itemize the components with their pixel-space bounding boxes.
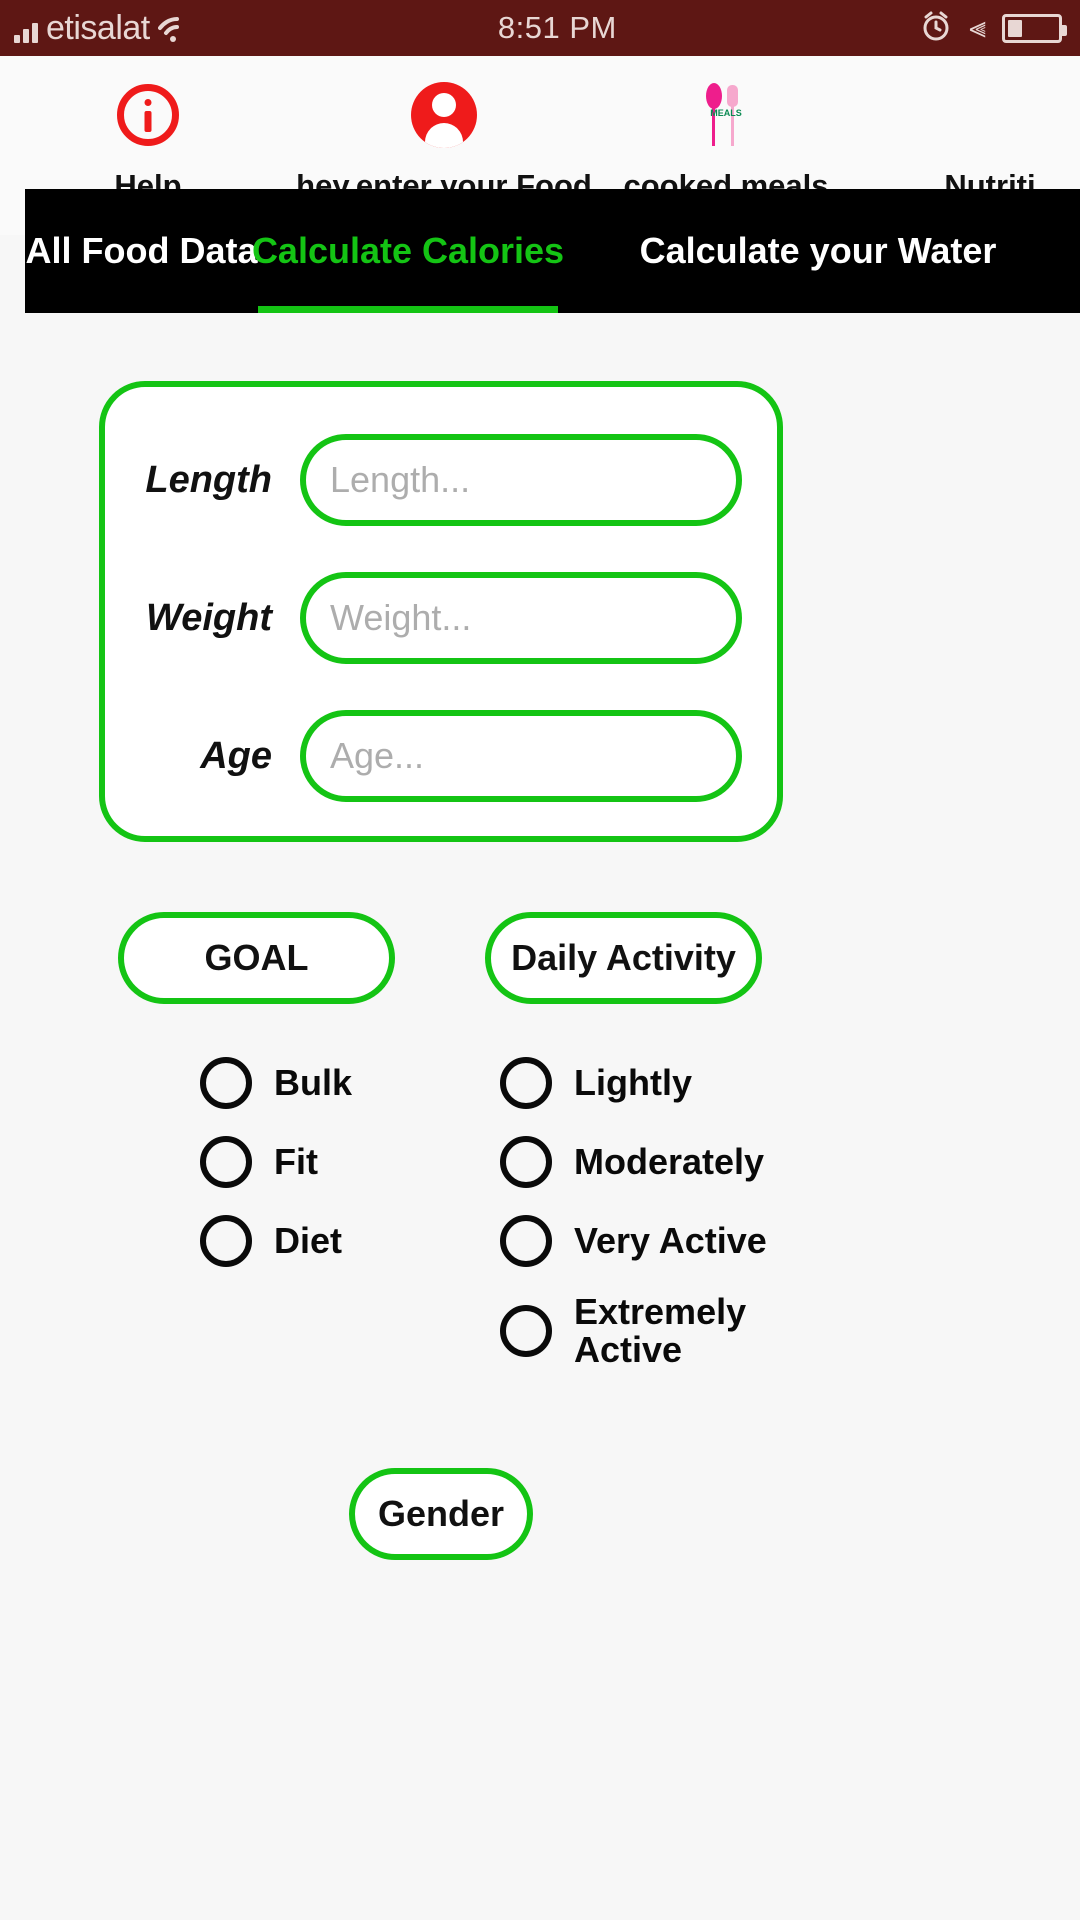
age-input-wrapper[interactable]	[300, 710, 742, 802]
age-input[interactable]	[306, 735, 736, 777]
tab-calculate-your-water[interactable]: Calculate your Water	[558, 189, 1078, 313]
status-bar: etisalat 8:51 PM ⫷	[0, 0, 1080, 56]
daily-activity-button-label: Daily Activity	[511, 937, 736, 978]
radio-option-moderately[interactable]: Moderately	[500, 1135, 800, 1189]
nav-item-cooked-meals[interactable]: MEALS cooked meals	[592, 56, 860, 204]
radio-label: Lightly	[574, 1061, 692, 1103]
tab-calculate-calories[interactable]: Calculate Calories	[252, 189, 564, 313]
nav-item-enter-your-food[interactable]: hey,enter your Food	[296, 56, 592, 204]
tab-active-indicator	[258, 306, 558, 313]
field-label-length: Length	[145, 458, 272, 501]
field-length: Length	[105, 430, 789, 530]
radio-circle-icon[interactable]	[500, 1305, 552, 1358]
carrier-label: etisalat	[46, 9, 150, 47]
radio-option-bulk[interactable]: Bulk	[200, 1056, 480, 1110]
radio-label: Bulk	[274, 1061, 353, 1103]
activity-radio-group: Lightly Moderately Very Active Extremely…	[500, 1056, 800, 1394]
meals-spoon-fork-icon: MEALS	[696, 78, 756, 152]
goal-radio-group: Bulk Fit Diet	[200, 1056, 480, 1293]
radio-circle-icon[interactable]	[200, 1057, 252, 1109]
radio-option-lightly[interactable]: Lightly	[500, 1056, 800, 1110]
field-age: Age	[105, 706, 789, 806]
goal-button[interactable]: GOAL	[118, 912, 395, 1004]
gender-button-label: Gender	[377, 1493, 505, 1534]
radio-option-very-active[interactable]: Very Active	[500, 1214, 800, 1268]
signal-bars-icon	[14, 23, 38, 56]
radio-label: Extremely Active	[574, 1291, 747, 1371]
svg-text:MEALS: MEALS	[710, 108, 742, 118]
bluetooth-icon: ⫷	[969, 11, 986, 44]
tab-bar: All Food Data Calculate Calories Calcula…	[25, 189, 1080, 313]
radio-circle-icon[interactable]	[200, 1215, 252, 1267]
tab-label: Calculate your Water	[639, 230, 997, 271]
field-label-age: Age	[200, 734, 272, 777]
radio-option-fit[interactable]: Fit	[200, 1135, 480, 1189]
weight-input[interactable]	[306, 597, 736, 639]
gender-button[interactable]: Gender	[349, 1468, 533, 1560]
tab-all-food-data[interactable]: All Food Data	[25, 189, 258, 313]
length-input[interactable]	[306, 459, 736, 501]
radio-circle-icon[interactable]	[500, 1057, 552, 1109]
info-circle-icon	[117, 78, 179, 152]
radio-label: Fit	[274, 1140, 318, 1182]
status-bar-left: etisalat	[0, 0, 196, 56]
daily-activity-button[interactable]: Daily Activity	[485, 912, 762, 1004]
radio-option-diet[interactable]: Diet	[200, 1214, 480, 1268]
battery-icon	[1002, 13, 1067, 43]
weight-input-wrapper[interactable]	[300, 572, 742, 664]
radio-option-extremely-active[interactable]: Extremely Active	[500, 1291, 800, 1371]
field-weight: Weight	[105, 568, 789, 668]
radio-label: Diet	[274, 1219, 343, 1261]
account-person-icon	[411, 78, 477, 152]
tab-label: All Food Data	[25, 230, 258, 271]
length-input-wrapper[interactable]	[300, 434, 742, 526]
nav-item-help[interactable]: Help	[0, 56, 296, 204]
radio-circle-icon[interactable]	[200, 1136, 252, 1188]
tab-label: Calculate Calories	[251, 230, 565, 271]
radio-circle-icon[interactable]	[500, 1215, 552, 1267]
status-bar-right: ⫷	[919, 9, 1080, 48]
status-bar-time: 8:51 PM	[497, 10, 617, 45]
radio-label: Very Active	[574, 1219, 767, 1261]
goal-button-label: GOAL	[204, 937, 309, 978]
measurements-card: Length Weight Age	[99, 381, 783, 842]
field-label-weight: Weight	[146, 596, 272, 639]
radio-label: Moderately	[574, 1140, 765, 1182]
wifi-icon	[157, 0, 196, 56]
radio-circle-icon[interactable]	[500, 1136, 552, 1188]
nav-item-nutrition[interactable]: Nutriti	[860, 56, 1080, 204]
alarm-clock-icon	[919, 9, 953, 48]
